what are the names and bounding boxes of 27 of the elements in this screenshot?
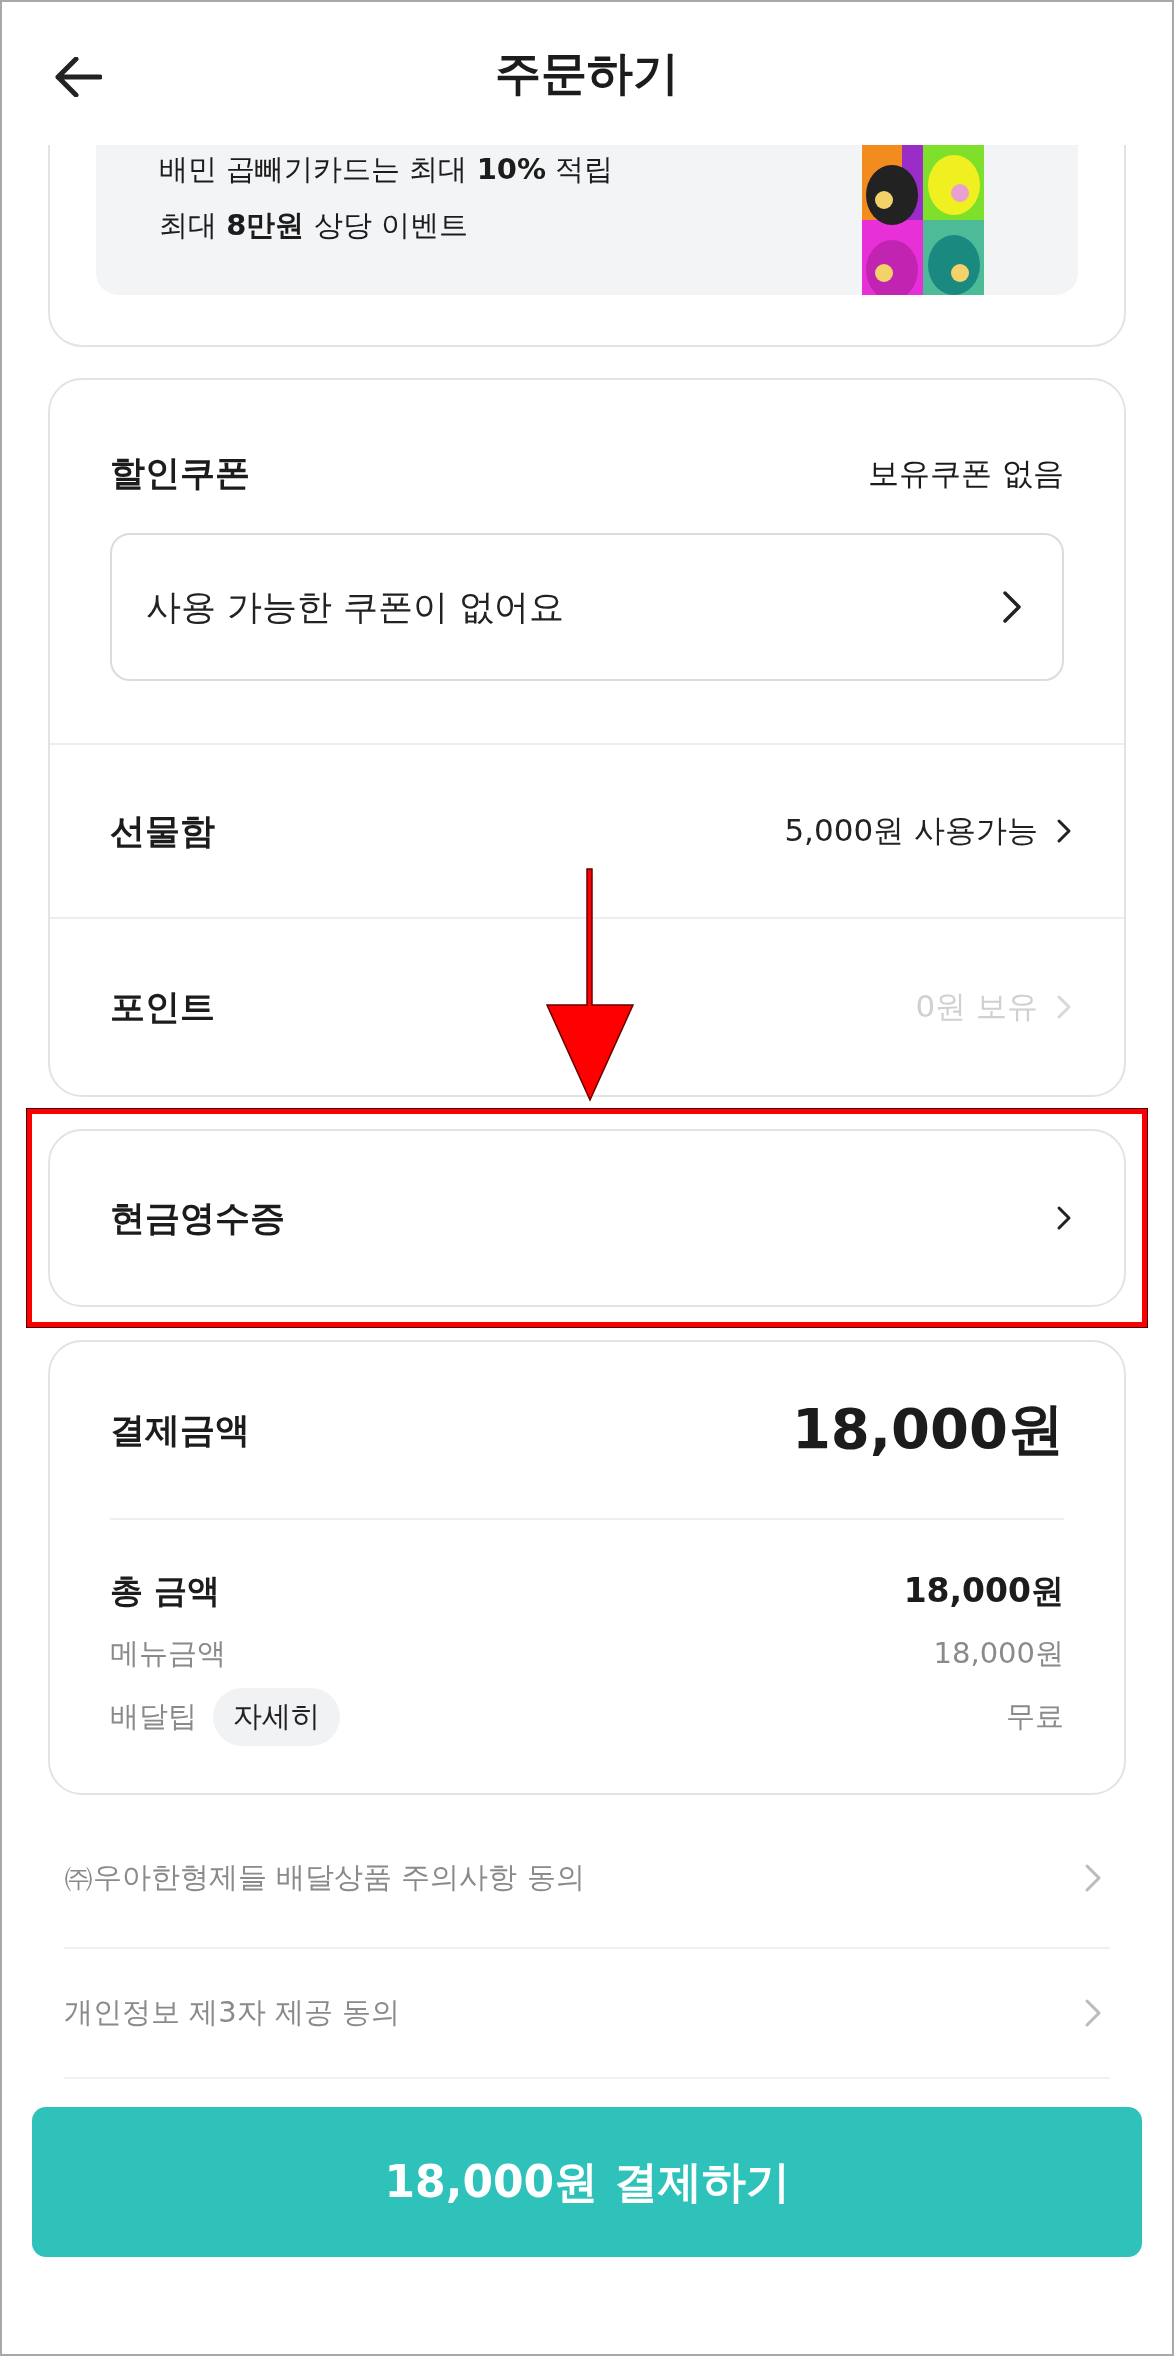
chevron-right-icon: [1084, 1863, 1102, 1893]
coupon-status: 보유쿠폰 없음: [868, 453, 1064, 493]
row-label: 포인트: [110, 985, 215, 1029]
summary-label: 총 금액: [110, 1570, 221, 1612]
summary-value: 18,000원: [903, 1570, 1064, 1612]
chevron-right-icon: [1002, 590, 1022, 624]
detail-label: 배달팁: [110, 1697, 197, 1735]
chevron-right-icon: [1056, 818, 1072, 844]
coupon-label: 할인쿠폰: [110, 452, 250, 495]
coupon-selector[interactable]: 사용 가능한 쿠폰이 없어요: [110, 533, 1064, 681]
detail-value: 18,000원: [933, 1634, 1064, 1672]
details-button[interactable]: 자세히: [213, 1687, 340, 1746]
chevron-right-icon: [1056, 1205, 1072, 1231]
back-icon[interactable]: [54, 57, 102, 97]
chevron-right-icon: [1084, 1998, 1102, 2028]
detail-label: 메뉴금액: [110, 1634, 226, 1672]
promo-text: 최대 8만원 상당 이벤트: [159, 207, 469, 244]
payment-title: 결제금액: [110, 1408, 250, 1452]
page-title: 주문하기: [495, 44, 679, 102]
promo-text: 배민 곱빼기카드는 최대 10% 적립: [159, 151, 614, 188]
row-link[interactable]: 5,000원 사용가능: [784, 810, 1072, 852]
chevron-right-icon: [1056, 994, 1072, 1020]
promo-banner[interactable]: 배민 곱빼기카드는 최대 10% 적립 최대 8만원 상당 이벤트: [96, 145, 1078, 295]
cash-receipt-row[interactable]: 현금영수증: [48, 1129, 1126, 1307]
detail-value: 무료: [1006, 1697, 1064, 1735]
row-label: 선물함: [110, 809, 215, 853]
payment-total: 18,000원: [791, 1395, 1064, 1463]
